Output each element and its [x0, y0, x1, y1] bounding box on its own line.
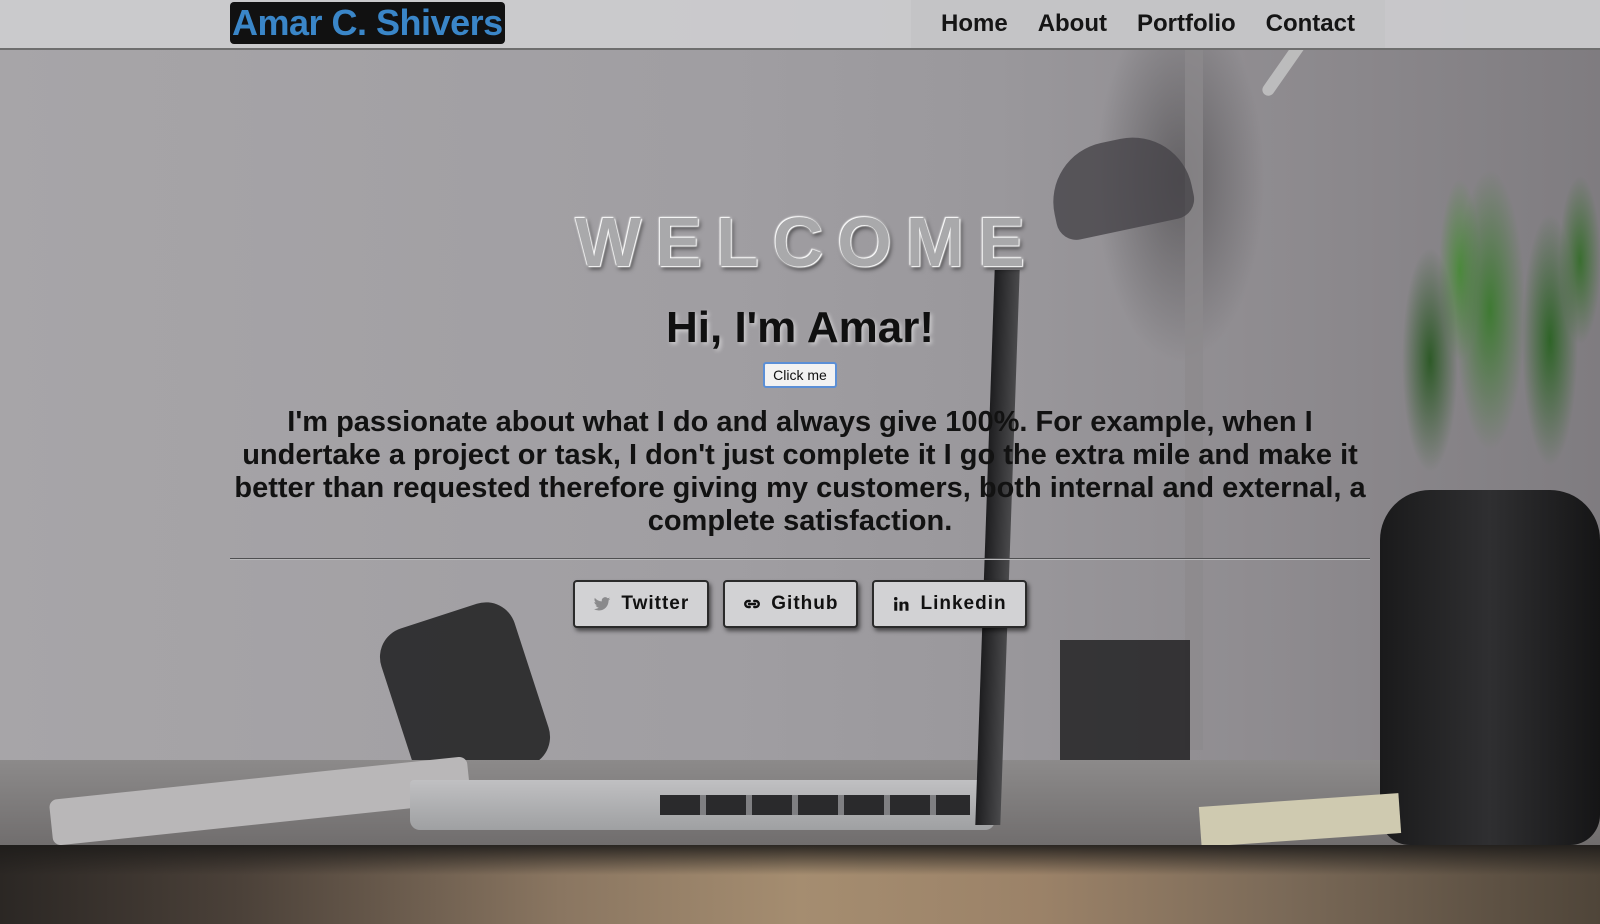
- linkedin-icon: [892, 595, 910, 613]
- navbar: Amar C. Shivers Home About Portfolio Con…: [0, 0, 1600, 50]
- navbar-container: Amar C. Shivers Home About Portfolio Con…: [215, 0, 1385, 48]
- nav-link-portfolio[interactable]: Portfolio: [1137, 10, 1236, 38]
- hero-section: WELCOME Hi, I'm Amar! Click me I'm passi…: [230, 200, 1370, 628]
- nav-link-about[interactable]: About: [1038, 10, 1107, 38]
- nav-links: Home About Portfolio Contact: [911, 0, 1385, 48]
- nav-link-contact[interactable]: Contact: [1266, 10, 1355, 38]
- nav-link-home[interactable]: Home: [941, 10, 1008, 38]
- next-section-background: [0, 845, 1600, 924]
- linkedin-label: Linkedin: [920, 593, 1007, 614]
- divider: [230, 558, 1370, 560]
- twitter-icon: [593, 595, 611, 613]
- github-button[interactable]: Github: [723, 580, 859, 628]
- github-label: Github: [771, 593, 839, 614]
- social-buttons: Twitter Github Linkedin: [230, 580, 1370, 628]
- brand-logo-link[interactable]: Amar C. Shivers: [230, 2, 505, 44]
- click-me-button[interactable]: Click me: [763, 362, 837, 388]
- page: Amar C. Shivers Home About Portfolio Con…: [0, 0, 1600, 924]
- github-icon: [743, 595, 761, 613]
- welcome-heading: WELCOME: [575, 203, 1039, 281]
- twitter-button[interactable]: Twitter: [573, 580, 710, 628]
- intro-paragraph: I'm passionate about what I do and alway…: [234, 406, 1366, 537]
- greeting-heading: Hi, I'm Amar!: [666, 303, 934, 352]
- linkedin-button[interactable]: Linkedin: [872, 580, 1027, 628]
- twitter-label: Twitter: [621, 593, 690, 614]
